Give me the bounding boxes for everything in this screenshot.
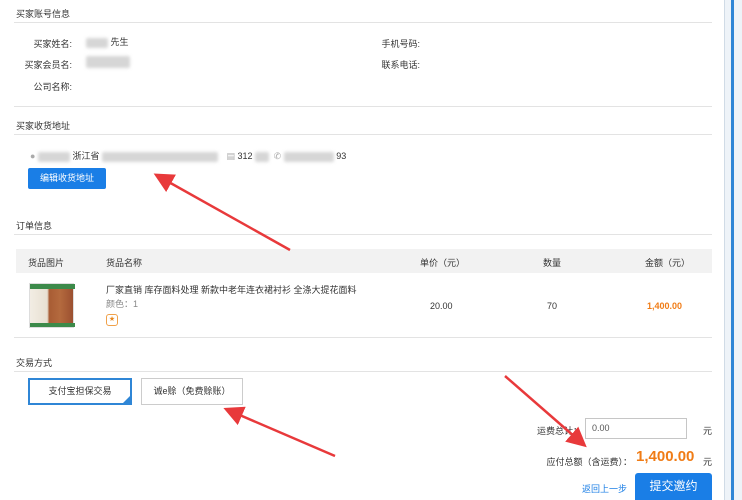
total-label: 应付总额（含运费）： xyxy=(546,457,632,467)
divider xyxy=(14,337,712,338)
address-title: 买家收货地址 xyxy=(16,121,71,131)
check-icon: ✓ xyxy=(124,389,130,395)
shipping-label: 运费总计： xyxy=(536,426,582,436)
buyer-name-value: 先生 xyxy=(86,35,129,48)
product-quantity: 70 xyxy=(547,301,558,311)
total-amount: 1,400.00 xyxy=(636,448,695,465)
redacted-blur xyxy=(102,151,218,162)
phone-label: 联系电话: xyxy=(381,60,420,70)
shipping-fee-input[interactable]: 0.00 xyxy=(585,418,687,439)
col-name: 货品名称 xyxy=(106,258,143,268)
payment-title: 交易方式 xyxy=(16,358,53,368)
order-info-title: 订单信息 xyxy=(16,221,53,231)
zip-icon: ▤ xyxy=(226,151,236,161)
mobile-label: 手机号码: xyxy=(381,39,420,49)
buyer-name-label: 买家姓名: xyxy=(33,39,72,49)
divider xyxy=(14,106,712,107)
total-unit: 元 xyxy=(703,457,713,467)
payment-option-alipay[interactable]: 支付宝担保交易 ✓ xyxy=(28,378,132,405)
payment-option-label: 支付宝担保交易 xyxy=(48,386,112,396)
divider xyxy=(14,134,712,135)
col-quantity: 数量 xyxy=(543,258,562,268)
back-link[interactable]: 返回上一步 xyxy=(582,482,627,495)
product-price: 20.00 xyxy=(430,301,453,311)
submit-invite-button[interactable]: 提交邀约 xyxy=(635,473,712,500)
payment-option-credit[interactable]: 诚e赊（免费赊账） xyxy=(141,378,243,405)
redacted-blur xyxy=(255,151,270,162)
arrow-to-credit-option xyxy=(223,406,336,458)
address-phone: 93 xyxy=(336,151,347,161)
product-color: 颜色：1 xyxy=(106,299,139,309)
company-name-label: 公司名称: xyxy=(33,82,72,92)
person-icon: ● xyxy=(30,151,36,161)
right-scroll-border xyxy=(724,0,742,500)
col-image: 货品图片 xyxy=(28,258,65,268)
product-name-link[interactable]: 厂家直销 库存面料处理 新款中老年连衣裙衬衫 全涤大提花面料 xyxy=(106,283,357,296)
divider xyxy=(14,22,712,23)
address-province: 浙江省 xyxy=(72,151,100,161)
order-table-header: 货品图片 货品名称 单价（元） 数量 金额（元） xyxy=(16,249,712,273)
phone-icon: ✆ xyxy=(273,151,282,161)
divider xyxy=(14,371,712,372)
badge-icon: ★ xyxy=(106,314,118,326)
payment-option-label: 诚e赊（免费赊账） xyxy=(153,386,231,396)
divider xyxy=(14,234,712,235)
product-amount: 1,400.00 xyxy=(647,301,683,311)
buyer-name-suffix: 先生 xyxy=(110,37,129,47)
buyer-info-title: 买家账号信息 xyxy=(16,9,71,19)
edit-address-button[interactable]: 编辑收货地址 xyxy=(28,168,106,189)
redacted-blur xyxy=(86,56,130,68)
arrow-to-address xyxy=(153,173,291,252)
address-line: ● 浙江省 ▤ 312 ✆ 93 xyxy=(30,149,346,162)
thumbnail-green-stripe xyxy=(30,323,75,327)
buyer-member-value xyxy=(86,56,130,68)
col-amount: 金额（元） xyxy=(645,258,691,268)
product-thumbnail[interactable] xyxy=(29,283,75,328)
redacted-blur xyxy=(86,37,108,48)
col-price: 单价（元） xyxy=(420,258,466,268)
buyer-member-label: 买家会员名: xyxy=(24,60,72,70)
thumbnail-green-stripe xyxy=(30,284,75,289)
redacted-blur xyxy=(283,151,334,162)
address-zip: 312 xyxy=(237,151,253,161)
shipping-unit: 元 xyxy=(703,426,713,436)
redacted-blur xyxy=(37,151,70,162)
